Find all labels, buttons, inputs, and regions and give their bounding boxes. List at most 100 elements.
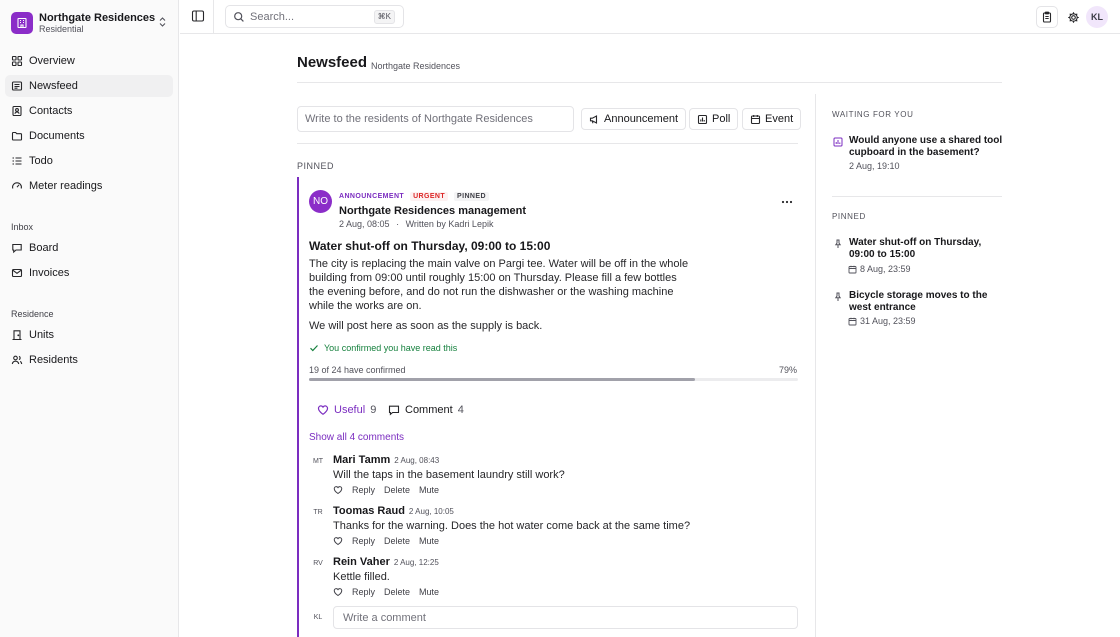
heart-icon — [317, 405, 329, 415]
clipboard-button[interactable] — [1036, 6, 1058, 28]
settings-button[interactable] — [1062, 6, 1084, 28]
sidebar-section-residence: Residence — [11, 309, 54, 319]
list-icon — [12, 157, 22, 165]
heart-icon[interactable] — [333, 536, 343, 546]
write-comment-input[interactable]: Write a comment — [333, 606, 798, 629]
pin-icon — [834, 292, 842, 301]
sidebar-item-newsfeed[interactable]: Newsfeed — [5, 75, 173, 97]
workspace-name: Northgate Residences — [39, 11, 156, 24]
sidebar-item-todo[interactable]: Todo — [5, 150, 173, 172]
post-written-by: Written by Kadri Lepik — [405, 219, 494, 229]
rail-pinned-item-date: 31 Aug, 23:59 — [848, 316, 916, 326]
comment-author: Mari Tamm 2 Aug, 08:43 — [333, 454, 439, 466]
rail-pinned-label: PINNED — [832, 212, 866, 221]
check-icon — [310, 345, 318, 352]
sidebar-item-board[interactable]: Board — [5, 237, 173, 259]
comment-actions: Reply Delete Mute — [333, 485, 448, 495]
poll-icon — [833, 137, 843, 147]
post-more-button[interactable] — [779, 194, 795, 210]
comment-icon — [388, 405, 400, 416]
sidebar-item-meter-readings[interactable]: Meter readings — [5, 175, 173, 197]
clipboard-icon — [1042, 11, 1052, 23]
search-input[interactable]: Search... ⌘K — [225, 5, 404, 28]
rail-pinned-item-date: 8 Aug, 23:59 — [848, 264, 911, 274]
comment-time: 2 Aug, 12:25 — [393, 558, 439, 567]
rail-pinned-item-date-text: 31 Aug, 23:59 — [860, 316, 916, 326]
event-button[interactable]: Event — [742, 108, 802, 130]
sidebar-item-label: Overview — [29, 55, 75, 67]
sidebar-item-label: Invoices — [29, 267, 70, 279]
pin-icon — [834, 239, 842, 248]
comment-time: 2 Aug, 10:05 — [408, 507, 454, 516]
sidebar-item-invoices[interactable]: Invoices — [5, 262, 173, 284]
delete-button[interactable]: Delete — [384, 485, 410, 495]
users-icon — [11, 355, 23, 365]
pinned-section-label: PINNED — [297, 161, 335, 171]
sidebar-toggle-icon[interactable] — [191, 9, 205, 23]
workspace-type: Residential — [39, 23, 84, 34]
reply-button[interactable]: Reply — [352, 587, 375, 597]
mute-button[interactable]: Mute — [419, 536, 439, 546]
rail-section-divider — [832, 196, 1002, 197]
comment-author: Rein Vaher 2 Aug, 12:25 — [333, 556, 439, 568]
comment-avatar: MT — [312, 457, 324, 465]
post-title: Water shut-off on Thursday, 09:00 to 15:… — [309, 239, 551, 253]
sidebar-item-label: Residents — [29, 354, 78, 366]
calendar-icon — [848, 317, 857, 325]
post-composer-input[interactable]: Write to the residents of Northgate Resi… — [297, 106, 574, 132]
confirmation-count: 19 of 24 have confirmed — [309, 365, 406, 375]
sidebar-section-inbox: Inbox — [11, 222, 34, 232]
waiting-item-title[interactable]: Would anyone use a shared tool cupboard … — [849, 135, 1004, 159]
reply-button[interactable]: Reply — [352, 536, 375, 546]
megaphone-icon — [589, 114, 598, 124]
rail-pinned-item-title[interactable]: Water shut-off on Thursday, 09:00 to 15:… — [849, 237, 1004, 261]
chevron-updown-icon — [159, 17, 166, 27]
workspace-switcher[interactable]: Northgate Residences Residential — [11, 10, 171, 36]
sidebar-item-residents[interactable]: Residents — [5, 349, 173, 371]
grid-icon — [11, 55, 23, 67]
sidebar-item-label: Newsfeed — [29, 80, 78, 92]
delete-button[interactable]: Delete — [384, 587, 410, 597]
poll-button[interactable]: Poll — [689, 108, 739, 130]
sidebar-item-contacts[interactable]: Contacts — [5, 100, 173, 122]
topbar-divider — [213, 0, 214, 34]
user-avatar[interactable]: KL — [1086, 6, 1108, 28]
mute-button[interactable]: Mute — [419, 485, 439, 495]
poll-icon — [697, 114, 708, 124]
heart-icon[interactable] — [333, 485, 343, 495]
mute-button[interactable]: Mute — [419, 587, 439, 597]
composer-divider — [297, 143, 798, 144]
announcement-label: Announcement — [604, 113, 678, 125]
delete-button[interactable]: Delete — [384, 536, 410, 546]
mail-icon — [11, 268, 23, 278]
folder-icon — [11, 131, 23, 141]
rail-pinned-item-title[interactable]: Bicycle storage moves to the west entran… — [849, 290, 1004, 314]
comment-actions: Reply Delete Mute — [333, 587, 448, 597]
sidebar-item-overview[interactable]: Overview — [5, 50, 173, 72]
sidebar-item-label: Documents — [29, 130, 85, 142]
sidebar-item-documents[interactable]: Documents — [5, 125, 173, 147]
comment-button[interactable]: Comment 4 — [388, 404, 464, 416]
tag-announcement: ANNOUNCEMENT — [339, 193, 405, 200]
reply-button[interactable]: Reply — [352, 485, 375, 495]
sidebar-item-label: Todo — [29, 155, 53, 167]
comment-label: Comment — [405, 404, 453, 416]
heart-icon[interactable] — [333, 587, 343, 597]
sidebar: Northgate Residences Residential Overvie… — [0, 0, 179, 637]
show-all-comments-link[interactable]: Show all 4 comments — [309, 432, 404, 443]
waiting-item-date-text: 2 Aug, 19:10 — [849, 161, 900, 171]
post-tags: ANNOUNCEMENT URGENT PINNED — [339, 192, 489, 201]
useful-button[interactable]: Useful 9 — [317, 404, 376, 416]
newspaper-icon — [11, 81, 23, 91]
comment-text: Will the taps in the basement laundry st… — [333, 469, 565, 481]
confirmed-text: You confirmed you have read this — [324, 343, 458, 353]
announcement-button[interactable]: Announcement — [581, 108, 686, 130]
sidebar-item-units[interactable]: Units — [5, 324, 173, 346]
post-author-avatar: NO — [309, 190, 332, 213]
meta-separator: · — [396, 219, 400, 229]
poll-label: Poll — [712, 113, 731, 125]
comment-text: Thanks for the warning. Does the hot wat… — [333, 520, 691, 532]
rail-pinned-item-date-text: 8 Aug, 23:59 — [860, 264, 911, 274]
composer-placeholder: Write to the residents of Northgate Resi… — [305, 113, 533, 125]
my-avatar: KL — [313, 613, 323, 621]
